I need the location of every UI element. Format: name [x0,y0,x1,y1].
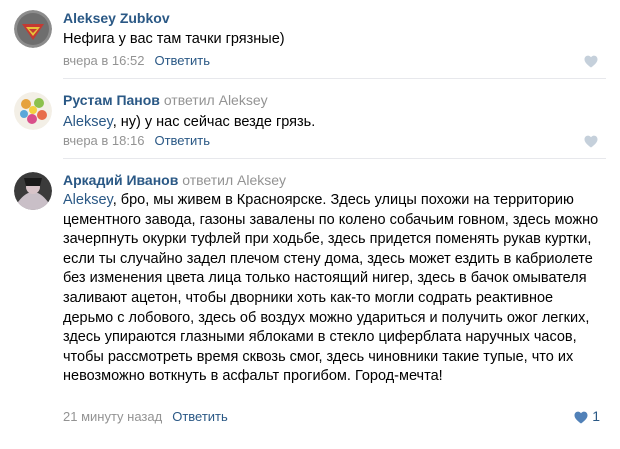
reply-button[interactable]: Ответить [172,409,228,424]
mention-link[interactable]: Aleksey [63,192,113,208]
author-name[interactable]: Аркадий Иванов [63,172,178,188]
author-name[interactable]: Рустам Панов [63,92,160,108]
comment-time[interactable]: вчера в 16:52 [63,53,144,68]
avatar[interactable] [14,10,52,48]
divider [63,158,606,159]
comment-time[interactable]: вчера в 18:16 [63,133,144,148]
mention-link[interactable]: Aleksey [63,114,113,130]
comment-text: Aleksey, ну) у нас сейчас везде грязь. [63,114,316,130]
reply-button[interactable]: Ответить [154,133,210,148]
comment-time[interactable]: 21 минуту назад [63,409,162,424]
replied-to: ответил Aleksey [182,172,287,188]
replied-to: ответил Aleksey [163,92,268,108]
comment-text: Нефига у вас там тачки грязные) [63,31,285,47]
heart-icon[interactable] [584,55,598,68]
avatar[interactable] [14,172,52,210]
comment-author[interactable]: Аркадий Иванов ответил Aleksey [63,172,286,188]
comment-meta: 21 минуту назад Ответить [63,409,228,424]
avatar[interactable] [14,92,52,130]
comment-author[interactable]: Рустам Панов ответил Aleksey [63,92,268,108]
divider [63,78,606,79]
heart-icon[interactable] [584,135,598,148]
heart-icon[interactable] [574,411,588,424]
reply-button[interactable]: Ответить [154,53,210,68]
comment-author[interactable]: Aleksey Zubkov [63,10,170,26]
like-count: 1 [592,408,600,424]
comment-text: Aleksey, бро, мы живем в Красноярске. Зд… [63,192,599,385]
comment-meta: вчера в 16:52 Ответить [63,53,210,68]
comment-meta: вчера в 18:16 Ответить [63,133,210,148]
